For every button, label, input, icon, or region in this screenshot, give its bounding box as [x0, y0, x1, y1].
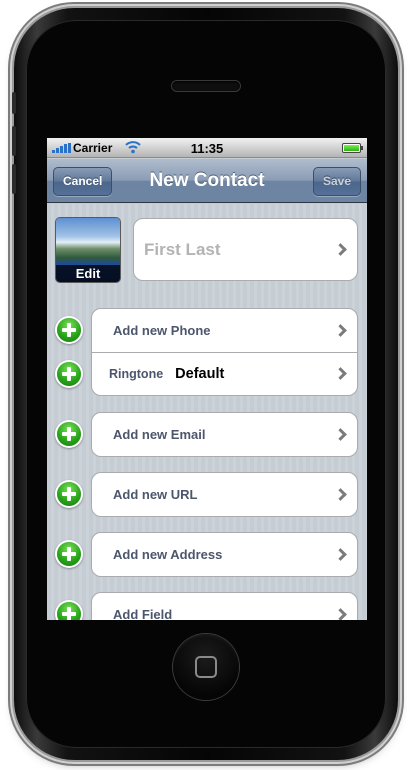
battery-icon — [342, 143, 363, 153]
chevron-right-icon — [334, 547, 347, 561]
cancel-button[interactable]: Cancel — [53, 167, 113, 196]
navigation-bar: Cancel New Contact Save — [47, 159, 367, 203]
chevron-right-icon — [334, 367, 347, 380]
add-ringtone-plus-icon[interactable] — [57, 362, 81, 386]
add-address-plus-icon[interactable] — [57, 542, 81, 566]
home-button[interactable] — [173, 634, 239, 700]
ringtone-row[interactable]: Ringtone Default — [92, 352, 357, 395]
volume-up-button — [12, 126, 16, 156]
add-phone-plus-icon[interactable] — [57, 318, 81, 342]
chevron-right-icon — [334, 427, 347, 441]
save-button[interactable]: Save — [312, 167, 361, 196]
add-address-row[interactable]: Add new Address — [92, 533, 357, 576]
email-group: Add new Email — [91, 412, 358, 457]
address-group: Add new Address — [91, 532, 358, 577]
earpiece-speaker — [172, 81, 240, 91]
name-field[interactable]: First Last — [133, 218, 358, 281]
chevron-right-icon — [334, 487, 347, 501]
add-field-plus-icon[interactable] — [57, 602, 81, 620]
contact-photo[interactable]: Edit — [56, 218, 120, 282]
photo-edit-label: Edit — [56, 265, 120, 282]
add-phone-row[interactable]: Add new Phone — [92, 309, 357, 352]
page-title: New Contact — [149, 170, 265, 191]
add-url-plus-icon[interactable] — [57, 482, 81, 506]
status-time: 11:35 — [190, 141, 224, 156]
add-email-row[interactable]: Add new Email — [92, 413, 357, 456]
add-address-label: Add new Address — [113, 547, 223, 562]
phone-group: Add new Phone Ringtone Default — [91, 308, 358, 396]
home-square-icon — [195, 656, 217, 678]
add-field-row[interactable]: Add Field — [92, 593, 357, 620]
add-email-plus-icon[interactable] — [57, 422, 81, 446]
screen: Carrier 11:35 Cancel New Contact Save Ed… — [47, 138, 367, 620]
add-url-label: Add new URL — [113, 487, 198, 502]
add-url-row[interactable]: Add new URL — [92, 473, 357, 516]
status-bar: Carrier 11:35 — [47, 138, 367, 158]
battery-level-fill — [344, 145, 359, 151]
add-phone-label: Add new Phone — [113, 323, 211, 338]
volume-down-button — [12, 164, 16, 194]
contact-form: Edit First Last Add new Phone Ringtone D… — [47, 204, 367, 620]
add-email-label: Add new Email — [113, 427, 206, 442]
add-field-group: Add Field — [91, 592, 358, 620]
add-field-label: Add Field — [113, 607, 173, 620]
name-placeholder: First Last — [144, 239, 221, 259]
mute-switch — [12, 92, 16, 114]
ringtone-label: Ringtone — [109, 367, 164, 381]
name-row[interactable]: First Last — [134, 219, 357, 280]
chevron-right-icon — [334, 607, 347, 620]
chevron-right-icon — [334, 323, 347, 337]
ringtone-value: Default — [175, 366, 225, 382]
chevron-right-icon — [334, 242, 347, 256]
url-group: Add new URL — [91, 472, 358, 517]
